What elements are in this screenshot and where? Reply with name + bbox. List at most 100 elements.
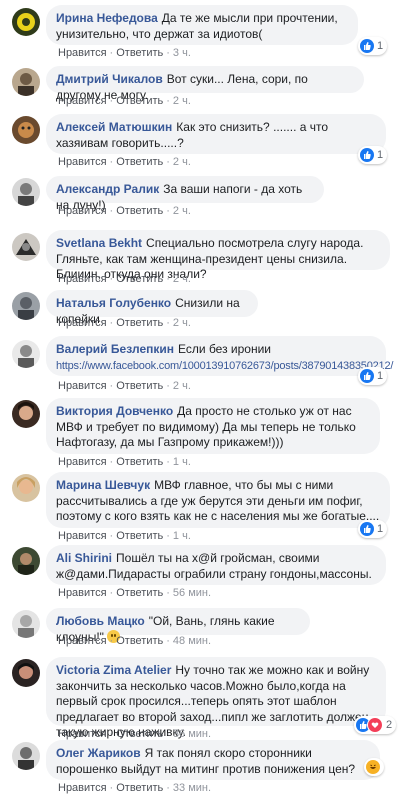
separator: ·: [166, 156, 170, 168]
comment-bubble: Victoria Zima Atelier Ну точно так же мож…: [46, 657, 386, 739]
reply-button[interactable]: Ответить: [116, 205, 163, 217]
comment-author[interactable]: Ирина Нефедова: [56, 11, 158, 25]
reaction-counter[interactable]: 1: [358, 37, 388, 55]
comment-actions: Нравится · Ответить · 2 ч.: [58, 273, 191, 285]
reply-button[interactable]: Ответить: [116, 273, 163, 285]
comment-author[interactable]: Марина Шевчук: [56, 478, 150, 492]
comment-author[interactable]: Олег Жариков: [56, 746, 141, 760]
reaction-counter[interactable]: 1: [358, 520, 388, 538]
comment-time[interactable]: 2 ч.: [173, 95, 191, 107]
comment-time[interactable]: 2 ч.: [173, 156, 191, 168]
like-button[interactable]: Нравится: [58, 728, 107, 740]
reply-button[interactable]: Ответить: [116, 782, 163, 794]
reply-button[interactable]: Ответить: [116, 456, 163, 468]
comment-author[interactable]: Александр Ралик: [56, 182, 159, 196]
avatar[interactable]: [12, 547, 40, 575]
avatar[interactable]: [12, 340, 40, 368]
separator: ·: [166, 273, 170, 285]
avatar[interactable]: [12, 659, 40, 687]
comment-time[interactable]: 56 мин.: [173, 587, 211, 599]
reply-button[interactable]: Ответить: [116, 530, 163, 542]
avatar[interactable]: [12, 474, 40, 502]
separator: ·: [109, 47, 114, 59]
like-button[interactable]: Нравится: [58, 635, 107, 647]
like-button[interactable]: Нравится: [58, 317, 107, 329]
reply-button[interactable]: Ответить: [116, 156, 163, 168]
reaction-count: 1: [377, 523, 384, 535]
comment-actions: Нравится · Ответить · 56 мин.: [58, 587, 211, 599]
separator: ·: [109, 380, 114, 392]
separator: ·: [166, 456, 170, 468]
like-button[interactable]: Нравится: [58, 95, 107, 107]
reaction-count: 1: [377, 370, 384, 382]
avatar[interactable]: [12, 178, 40, 206]
avatar[interactable]: [12, 68, 40, 96]
reaction-counter[interactable]: 1: [358, 367, 388, 385]
reply-button[interactable]: Ответить: [116, 47, 163, 59]
avatar[interactable]: [12, 292, 40, 320]
reaction-counter[interactable]: 2: [354, 716, 397, 734]
reaction-counter[interactable]: 1: [358, 146, 388, 164]
separator: ·: [109, 728, 114, 740]
comment-actions: Нравится · Ответить · 2 ч.: [58, 156, 191, 168]
reply-button[interactable]: Ответить: [116, 95, 163, 107]
comment-time[interactable]: 1 ч.: [173, 530, 191, 542]
avatar[interactable]: [12, 400, 40, 428]
separator: ·: [166, 782, 170, 794]
avatar[interactable]: [12, 610, 40, 638]
comment-author[interactable]: Любовь Мацко: [56, 614, 145, 628]
comment-actions: Нравится · Ответить · 1 ч.: [58, 456, 191, 468]
avatar[interactable]: [12, 8, 40, 36]
comment-time[interactable]: 2 ч.: [173, 317, 191, 329]
separator: ·: [166, 317, 170, 329]
like-reaction-icon: [360, 369, 374, 383]
comment-bubble: Ирина Нефедова Да те же мысли при прочтен…: [46, 5, 358, 45]
comment-bubble: Марина Шевчук МВФ главное, что бы мы с ни…: [46, 472, 390, 528]
like-button[interactable]: Нравится: [58, 47, 107, 59]
love-reaction-icon: [367, 717, 383, 733]
comment-actions: Нравится · Ответить · 2 ч.: [58, 205, 191, 217]
comment-author[interactable]: Victoria Zima Atelier: [56, 663, 171, 677]
reaction-count: 1: [377, 40, 384, 52]
separator: ·: [109, 156, 114, 168]
comment-actions: Нравится · Ответить · 48 мин.: [58, 635, 211, 647]
like-button[interactable]: Нравится: [58, 273, 107, 285]
separator: ·: [109, 635, 114, 647]
comment-author[interactable]: Svetlana Bekht: [56, 236, 142, 250]
comment-author[interactable]: Ali Shirini: [56, 551, 112, 565]
comment-time[interactable]: 3 ч.: [173, 47, 191, 59]
comment-author[interactable]: Валерий Безлепкин: [56, 342, 174, 356]
reply-button[interactable]: Ответить: [116, 728, 163, 740]
post-link[interactable]: https://www.facebook.com/100013910762673…: [56, 360, 393, 372]
like-button[interactable]: Нравится: [58, 530, 107, 542]
comment-actions: Нравится · Ответить · 3 ч.: [58, 47, 191, 59]
comment-author[interactable]: Дмитрий Чикалов: [56, 72, 163, 86]
avatar[interactable]: [12, 233, 40, 261]
avatar[interactable]: [12, 116, 40, 144]
like-button[interactable]: Нравится: [58, 380, 107, 392]
reaction-counter[interactable]: [364, 758, 384, 776]
comment-time[interactable]: 48 мин.: [173, 635, 211, 647]
avatar[interactable]: [12, 742, 40, 770]
reply-button[interactable]: Ответить: [116, 587, 163, 599]
comment-time[interactable]: 36 мин.: [173, 728, 211, 740]
like-button[interactable]: Нравится: [58, 456, 107, 468]
like-button[interactable]: Нравится: [58, 782, 107, 794]
reply-button[interactable]: Ответить: [116, 317, 163, 329]
comment-author[interactable]: Наталья Голубенко: [56, 296, 171, 310]
comment-time[interactable]: 1 ч.: [173, 456, 191, 468]
reply-button[interactable]: Ответить: [116, 380, 163, 392]
comment-actions: Нравится · Ответить · 1 ч.: [58, 530, 191, 542]
comment-time[interactable]: 2 ч.: [173, 205, 191, 217]
like-button[interactable]: Нравится: [58, 587, 107, 599]
comment-time[interactable]: 33 мин.: [173, 782, 211, 794]
comment-author[interactable]: Виктория Довченко: [56, 404, 173, 418]
like-button[interactable]: Нравится: [58, 205, 107, 217]
comment-time[interactable]: 2 ч.: [173, 380, 191, 392]
reply-button[interactable]: Ответить: [116, 635, 163, 647]
separator: ·: [109, 205, 114, 217]
comment-time[interactable]: 2 ч.: [173, 273, 191, 285]
comment-author[interactable]: Алексей Матюшкин: [56, 120, 172, 134]
separator: ·: [109, 782, 114, 794]
like-button[interactable]: Нравится: [58, 156, 107, 168]
